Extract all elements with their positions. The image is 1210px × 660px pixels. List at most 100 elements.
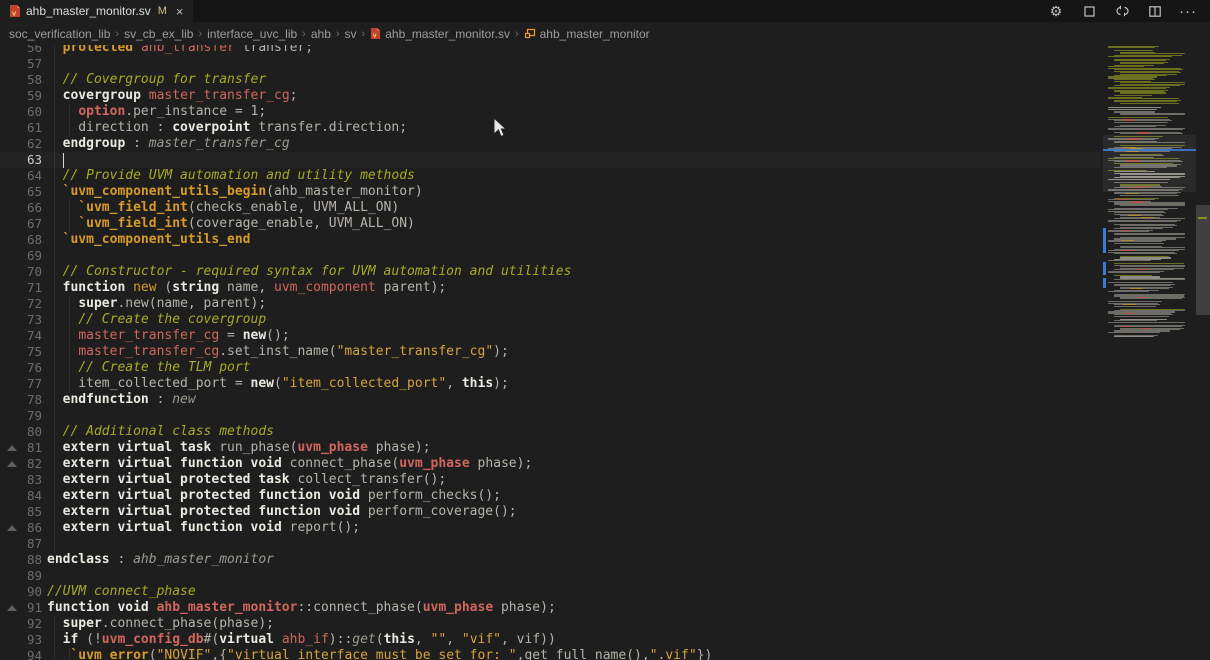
code-line[interactable]: 85 extern virtual protected function voi… bbox=[0, 504, 1100, 520]
line-number[interactable]: 72 bbox=[8, 296, 42, 312]
code-line[interactable]: 78 endfunction : new bbox=[0, 392, 1100, 408]
code-line[interactable]: 75 master_transfer_cg.set_inst_name("mas… bbox=[0, 344, 1100, 360]
code-line[interactable]: 61 direction : coverpoint transfer.direc… bbox=[0, 120, 1100, 136]
line-number[interactable]: 89 bbox=[8, 568, 42, 584]
scrollbar-thumb[interactable] bbox=[1196, 205, 1210, 315]
code-line[interactable]: 59 covergroup master_transfer_cg; bbox=[0, 88, 1100, 104]
line-number[interactable]: 69 bbox=[8, 248, 42, 264]
minimap-viewport[interactable] bbox=[1103, 135, 1196, 192]
code-line[interactable]: 77 item_collected_port = new("item_colle… bbox=[0, 376, 1100, 392]
minimap-line bbox=[1108, 291, 1149, 292]
line-number[interactable]: 62 bbox=[8, 136, 42, 152]
line-number[interactable]: 63 bbox=[8, 152, 42, 168]
gutter-marker-icon[interactable] bbox=[7, 461, 17, 467]
line-number[interactable]: 92 bbox=[8, 616, 42, 632]
minimap[interactable] bbox=[1103, 0, 1196, 660]
code-line[interactable]: 66 `uvm_field_int(checks_enable, UVM_ALL… bbox=[0, 200, 1100, 216]
toggle-panel-icon[interactable] bbox=[1081, 3, 1097, 19]
line-number[interactable]: 88 bbox=[8, 552, 42, 568]
line-number[interactable]: 75 bbox=[8, 344, 42, 360]
line-number[interactable]: 85 bbox=[8, 504, 42, 520]
code-line-text: `uvm_field_int(checks_enable, UVM_ALL_ON… bbox=[47, 200, 399, 216]
breadcrumb-item-sv_cb_ex_lib[interactable]: sv_cb_ex_lib bbox=[124, 27, 193, 41]
line-number[interactable]: 67 bbox=[8, 216, 42, 232]
line-number[interactable]: 64 bbox=[8, 168, 42, 184]
code-line[interactable]: 60 option.per_instance = 1; bbox=[0, 104, 1100, 120]
code-line[interactable]: 64 // Provide UVM automation and utility… bbox=[0, 168, 1100, 184]
code-line[interactable]: 71 function new (string name, uvm_compon… bbox=[0, 280, 1100, 296]
line-number[interactable]: 90 bbox=[8, 584, 42, 600]
editor-scrollbar[interactable] bbox=[1196, 0, 1210, 660]
code-line[interactable]: 90//UVM connect_phase bbox=[0, 584, 1100, 600]
code-line[interactable]: 58 // Covergroup for transfer bbox=[0, 72, 1100, 88]
line-number[interactable]: 74 bbox=[8, 328, 42, 344]
line-number[interactable]: 71 bbox=[8, 280, 42, 296]
code-line[interactable]: 89 bbox=[0, 568, 1100, 584]
line-number[interactable]: 65 bbox=[8, 184, 42, 200]
line-number[interactable]: 76 bbox=[8, 360, 42, 376]
gutter-marker-icon[interactable] bbox=[7, 445, 17, 451]
line-number[interactable]: 70 bbox=[8, 264, 42, 280]
line-number[interactable]: 66 bbox=[8, 200, 42, 216]
code-line[interactable]: 88endclass : ahb_master_monitor bbox=[0, 552, 1100, 568]
code-line[interactable]: 76 // Create the TLM port bbox=[0, 360, 1100, 376]
code-line[interactable]: 67 `uvm_field_int(coverage_enable, UVM_A… bbox=[0, 216, 1100, 232]
breadcrumb-item-ahb[interactable]: ahb bbox=[311, 27, 331, 41]
breadcrumb-item-soc_verification_lib[interactable]: soc_verification_lib bbox=[9, 27, 110, 41]
code-line[interactable]: 86 extern virtual function void report()… bbox=[0, 520, 1100, 536]
gutter-marker-icon[interactable] bbox=[7, 525, 17, 531]
line-number[interactable]: 79 bbox=[8, 408, 42, 424]
breadcrumb-item-sv[interactable]: sv bbox=[345, 27, 357, 41]
line-number[interactable]: 57 bbox=[8, 56, 42, 72]
line-number[interactable]: 60 bbox=[8, 104, 42, 120]
line-number[interactable]: 83 bbox=[8, 472, 42, 488]
line-number[interactable]: 77 bbox=[8, 376, 42, 392]
code-line[interactable]: 57 bbox=[0, 56, 1100, 72]
line-number[interactable]: 68 bbox=[8, 232, 42, 248]
code-line[interactable]: 68 `uvm_component_utils_end bbox=[0, 232, 1100, 248]
code-line[interactable]: 93 if (!uvm_config_db#(virtual ahb_if)::… bbox=[0, 632, 1100, 648]
line-number[interactable]: 73 bbox=[8, 312, 42, 328]
breadcrumb-item-ahb_master_monitor.sv[interactable]: vahb_master_monitor.sv bbox=[370, 27, 510, 41]
line-number[interactable]: 80 bbox=[8, 424, 42, 440]
code-line[interactable]: 82 extern virtual function void connect_… bbox=[0, 456, 1100, 472]
line-number[interactable]: 58 bbox=[8, 72, 42, 88]
code-line[interactable]: 92 super.connect_phase(phase); bbox=[0, 616, 1100, 632]
code-line[interactable]: 73 // Create the covergroup bbox=[0, 312, 1100, 328]
gear-icon[interactable]: ⚙ bbox=[1048, 3, 1064, 19]
compare-changes-icon[interactable] bbox=[1114, 3, 1130, 19]
more-actions-icon[interactable]: ··· bbox=[1180, 3, 1196, 19]
tab-ahb-master-monitor[interactable]: v ahb_master_monitor.sv M × bbox=[0, 0, 193, 22]
code-line[interactable]: 94 `uvm_error("NOVIF",{"virtual interfac… bbox=[0, 648, 1100, 660]
code-line[interactable]: 65 `uvm_component_utils_begin(ahb_master… bbox=[0, 184, 1100, 200]
code-line[interactable]: 83 extern virtual protected task collect… bbox=[0, 472, 1100, 488]
line-number[interactable]: 84 bbox=[8, 488, 42, 504]
gutter-marker-icon[interactable] bbox=[7, 605, 17, 611]
code-token: ".vif" bbox=[650, 648, 697, 660]
code-line[interactable]: 74 master_transfer_cg = new(); bbox=[0, 328, 1100, 344]
line-number[interactable]: 93 bbox=[8, 632, 42, 648]
close-tab-icon[interactable]: × bbox=[176, 5, 184, 18]
code-line[interactable]: 69 bbox=[0, 248, 1100, 264]
line-number[interactable]: 78 bbox=[8, 392, 42, 408]
code-line[interactable]: 72 super.new(name, parent); bbox=[0, 296, 1100, 312]
split-editor-icon[interactable] bbox=[1147, 3, 1163, 19]
code-line[interactable]: 87 bbox=[0, 536, 1100, 552]
code-editor[interactable]: 56 protected ahb_transfer transfer;5758 … bbox=[0, 0, 1100, 660]
code-token bbox=[47, 504, 63, 519]
code-line[interactable]: 70 // Constructor - required syntax for … bbox=[0, 264, 1100, 280]
class-icon bbox=[524, 28, 536, 40]
breadcrumb-item-ahb_master_monitor[interactable]: ahb_master_monitor bbox=[524, 27, 650, 41]
breadcrumb-item-interface_uvc_lib[interactable]: interface_uvc_lib bbox=[207, 27, 297, 41]
code-line[interactable]: 84 extern virtual protected function voi… bbox=[0, 488, 1100, 504]
line-number[interactable]: 61 bbox=[8, 120, 42, 136]
line-number[interactable]: 94 bbox=[8, 648, 42, 660]
code-line[interactable]: 79 bbox=[0, 408, 1100, 424]
code-line[interactable]: 91function void ahb_master_monitor::conn… bbox=[0, 600, 1100, 616]
line-number[interactable]: 87 bbox=[8, 536, 42, 552]
code-line[interactable]: 63 bbox=[0, 152, 1100, 168]
code-line[interactable]: 62 endgroup : master_transfer_cg bbox=[0, 136, 1100, 152]
code-line[interactable]: 80 // Additional class methods bbox=[0, 424, 1100, 440]
code-line[interactable]: 81 extern virtual task run_phase(uvm_pha… bbox=[0, 440, 1100, 456]
line-number[interactable]: 59 bbox=[8, 88, 42, 104]
